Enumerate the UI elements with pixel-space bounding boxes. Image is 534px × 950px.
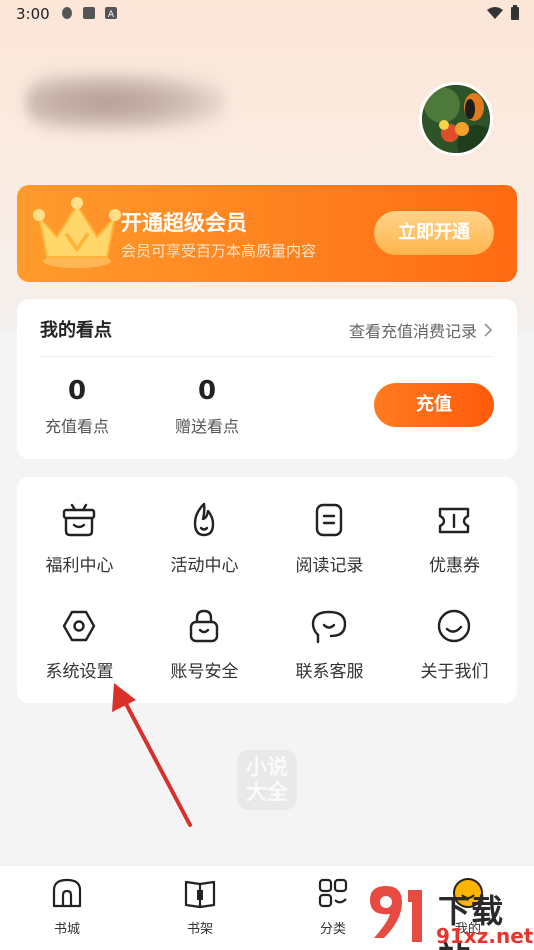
menu-item-about-us[interactable]: 关于我们: [392, 583, 517, 683]
gift-basket-icon: [62, 503, 96, 537]
a-notification-icon: A: [105, 7, 117, 20]
menu-item-coupon[interactable]: 优惠券: [392, 477, 517, 577]
menu-label: 联系客服: [295, 662, 364, 682]
points-title: 我的看点: [40, 320, 112, 341]
bookstore-icon: [52, 878, 82, 908]
vip-banner[interactable]: 开通超级会员 会员可享受百万本高质量内容 立即开通: [17, 185, 517, 282]
menu-grid: 福利中心 活动中心 阅读记录 优惠券 系统设置 账号安全 联系客服 关于我们: [17, 477, 517, 703]
reading-record-icon: [315, 503, 343, 537]
app-notification-icon: [83, 7, 95, 19]
recharge-points-label: 充值看点: [44, 417, 109, 436]
status-time: 3:00: [16, 5, 50, 23]
username-blurred[interactable]: [26, 72, 226, 132]
menu-label: 系统设置: [45, 662, 114, 682]
menu-item-welfare-center[interactable]: 福利中心: [17, 477, 142, 577]
coupon-icon: [438, 507, 470, 534]
gift-points-value: 0: [197, 376, 217, 406]
watermark-line1: 小说: [246, 755, 288, 779]
menu-label: 关于我们: [420, 662, 489, 682]
gift-points-label: 赠送看点: [174, 417, 239, 436]
open-vip-button[interactable]: 立即开通: [374, 211, 494, 255]
menu-label: 账号安全: [170, 662, 239, 682]
recharge-history-label: 查看充值消费记录: [348, 322, 477, 341]
svg-text:A: A: [108, 10, 115, 20]
watermark-line2: 大全: [246, 780, 288, 804]
menu-item-customer-service[interactable]: 联系客服: [267, 583, 392, 683]
menu-item-account-security[interactable]: 账号安全: [142, 583, 267, 683]
menu-label: 活动中心: [170, 556, 239, 576]
divider: [40, 356, 494, 357]
battery-icon: [511, 5, 519, 20]
wifi-icon: [487, 7, 503, 19]
menu-label: 阅读记录: [295, 556, 364, 576]
recharge-points-value: 0: [67, 376, 87, 406]
recharge-points-stat: 0 充值看点: [40, 375, 114, 437]
recharge-button[interactable]: 充值: [374, 383, 494, 427]
nav-label: 分类: [319, 922, 346, 937]
gift-points-stat: 0 赠送看点: [170, 375, 244, 437]
site-watermark-domain: 91xz.net: [436, 924, 534, 948]
nav-bookshelf[interactable]: 书架: [160, 876, 240, 937]
customer-service-icon: [311, 610, 347, 644]
chevron-right-icon: [484, 323, 493, 337]
flame-icon: [193, 502, 215, 537]
nav-label: 书架: [186, 922, 213, 937]
lock-icon: [189, 609, 219, 643]
nav-category[interactable]: 分类: [293, 876, 373, 937]
vip-title: 开通超级会员: [121, 211, 247, 235]
category-icon: [318, 878, 348, 908]
nav-label: 书城: [53, 922, 80, 937]
qq-icon: [62, 7, 72, 19]
app-watermark-logo: 小说 大全: [237, 750, 297, 810]
crown-icon: [33, 197, 121, 268]
vip-subtitle: 会员可享受百万本高质量内容: [121, 242, 317, 260]
recharge-history-link[interactable]: 查看充值消费记录: [349, 318, 493, 342]
bookshelf-icon: [184, 880, 216, 909]
menu-item-reading-record[interactable]: 阅读记录: [267, 477, 392, 577]
smile-icon: [437, 609, 471, 643]
avatar[interactable]: [419, 82, 493, 156]
settings-icon: [62, 610, 96, 642]
nav-bookstore[interactable]: 书城: [27, 876, 107, 937]
menu-label: 福利中心: [45, 556, 114, 576]
points-card: 我的看点 查看充值消费记录 0 充值看点 0 赠送看点 充值: [17, 299, 517, 459]
status-bar: 3:00 A: [0, 0, 534, 28]
menu-item-activity-center[interactable]: 活动中心: [142, 477, 267, 577]
menu-label: 优惠券: [429, 556, 480, 576]
menu-item-system-settings[interactable]: 系统设置: [17, 583, 142, 683]
